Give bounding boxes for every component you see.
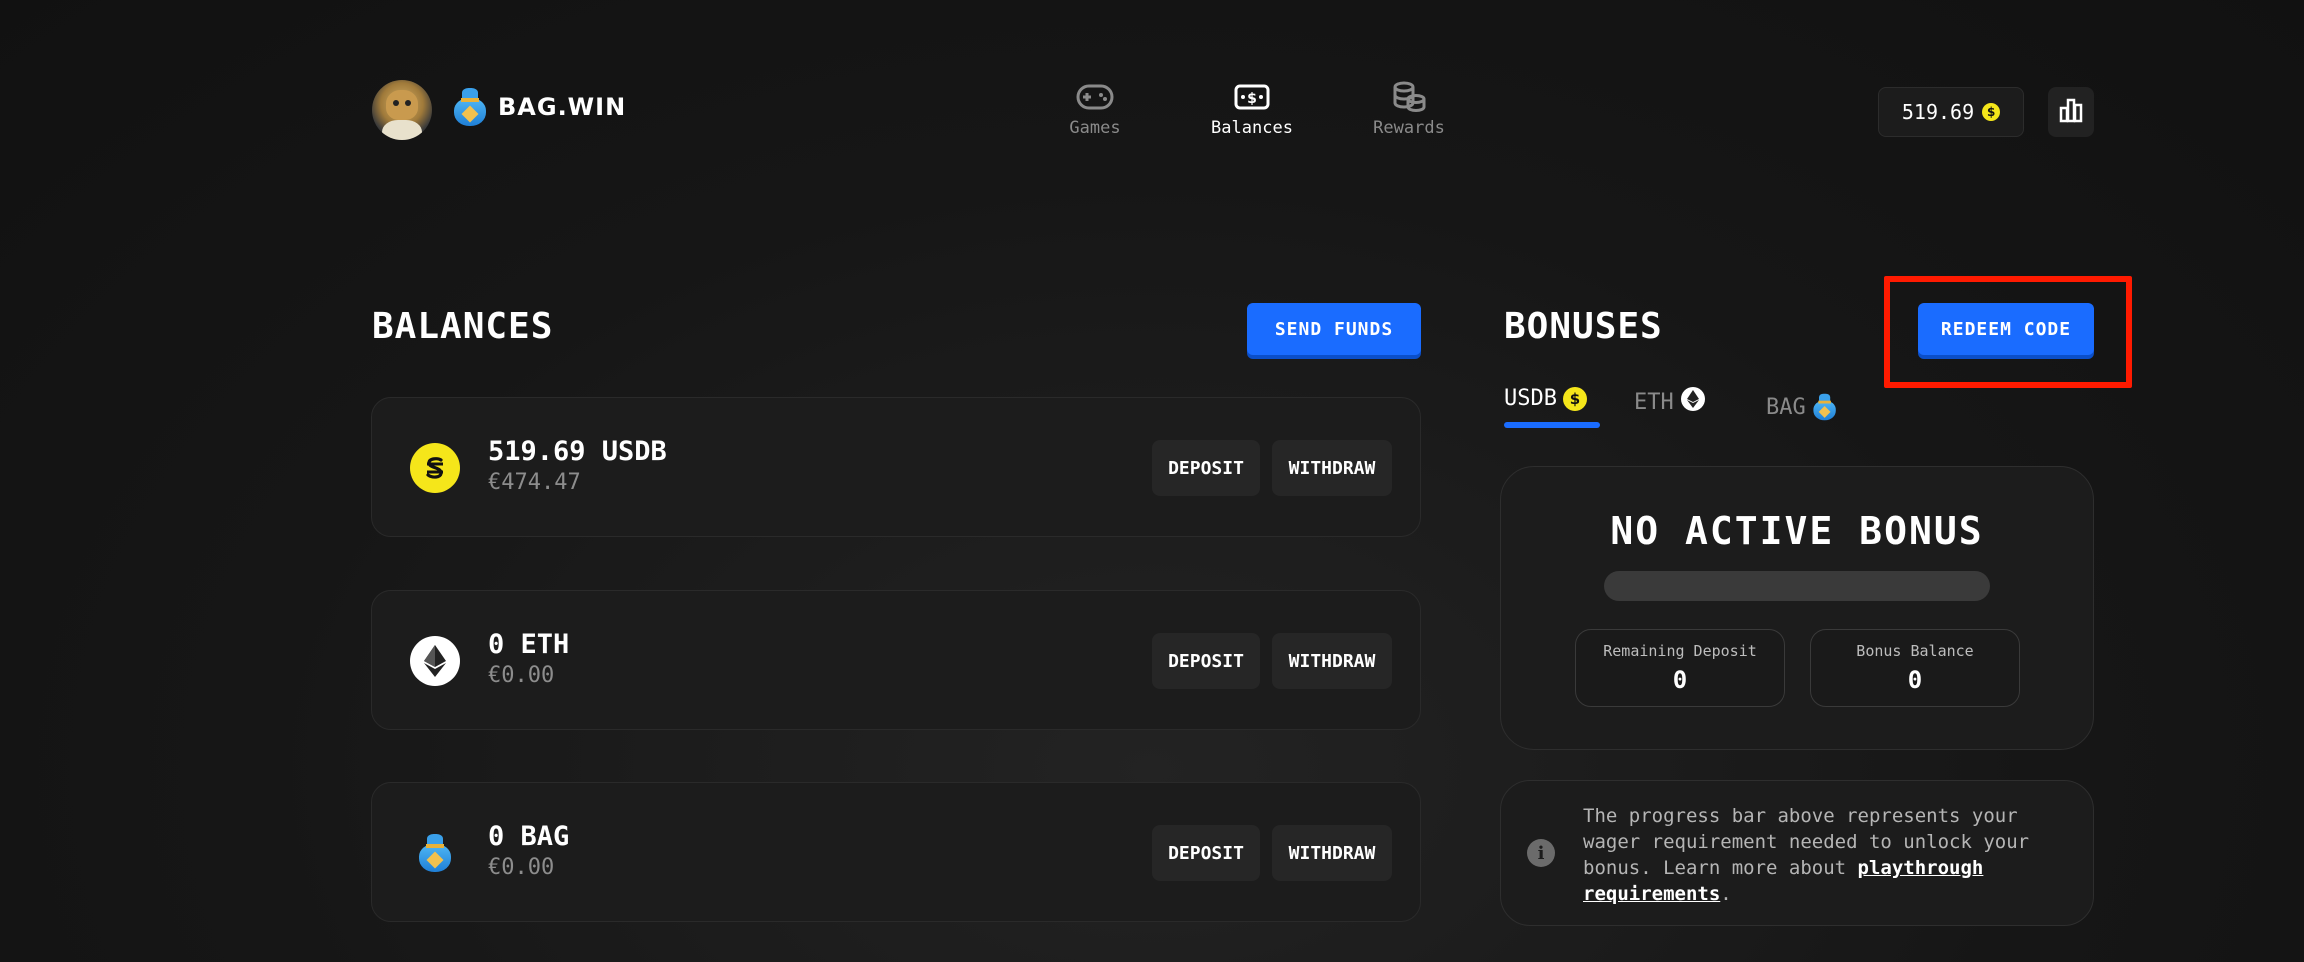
cash-icon: $ bbox=[1197, 78, 1307, 116]
send-funds-button[interactable]: SEND FUNDS bbox=[1247, 303, 1421, 355]
coins-icon bbox=[1354, 78, 1464, 116]
balance-card-usdb: 519.69 USDB €474.47 DEPOSIT WITHDRAW bbox=[371, 397, 1421, 537]
bonus-info-card: i The progress bar above represents your… bbox=[1500, 780, 2094, 926]
bar-chart-icon bbox=[2058, 97, 2084, 127]
bag-coin-icon bbox=[410, 828, 460, 878]
deposit-button[interactable]: DEPOSIT bbox=[1152, 825, 1260, 881]
deposit-button[interactable]: DEPOSIT bbox=[1152, 633, 1260, 689]
tab-usdb[interactable]: USDB $ bbox=[1504, 386, 1587, 411]
top-header: BAG.WIN Games $ Balances Rewards 519.69 … bbox=[0, 0, 2304, 200]
bonus-info-text: The progress bar above represents your w… bbox=[1583, 803, 2073, 907]
usdb-coin-icon: $ bbox=[1562, 386, 1587, 411]
info-tail: . bbox=[1720, 883, 1732, 905]
bonus-balance-value: 0 bbox=[1907, 666, 1923, 694]
nav-rewards[interactable]: Rewards bbox=[1354, 78, 1464, 138]
header-balance[interactable]: 519.69 $ bbox=[1878, 87, 2024, 137]
usdb-coin-icon: $ bbox=[1982, 103, 2001, 121]
nav-balances[interactable]: $ Balances bbox=[1197, 78, 1307, 138]
balance-card-eth: 0 ETH €0.00 DEPOSIT WITHDRAW bbox=[371, 590, 1421, 730]
remaining-deposit-label: Remaining Deposit bbox=[1603, 642, 1757, 660]
bonus-status: NO ACTIVE BONUS bbox=[1610, 509, 1984, 553]
remaining-deposit-box: Remaining Deposit 0 bbox=[1575, 629, 1785, 707]
balances-title: BALANCES bbox=[372, 306, 554, 347]
balance-fiat: €0.00 bbox=[488, 663, 555, 688]
tab-usdb-label: USDB bbox=[1504, 386, 1557, 411]
tab-eth-label: ETH bbox=[1634, 389, 1674, 415]
bonus-progress-bar bbox=[1604, 571, 1990, 601]
balance-fiat: €474.47 bbox=[488, 470, 581, 495]
withdraw-button[interactable]: WITHDRAW bbox=[1272, 633, 1392, 689]
tab-eth[interactable]: ETH bbox=[1634, 386, 1706, 418]
balance-card-bag: 0 BAG €0.00 DEPOSIT WITHDRAW bbox=[371, 782, 1421, 922]
brand-name: BAG.WIN bbox=[498, 93, 627, 121]
tab-bag-label: BAG bbox=[1766, 394, 1806, 420]
withdraw-button[interactable]: WITHDRAW bbox=[1272, 440, 1392, 496]
withdraw-button[interactable]: WITHDRAW bbox=[1272, 825, 1392, 881]
header-balance-value: 519.69 bbox=[1901, 100, 1975, 124]
bonus-balance-label: Bonus Balance bbox=[1856, 642, 1974, 660]
remaining-deposit-value: 0 bbox=[1672, 666, 1688, 694]
nav-balances-label: Balances bbox=[1211, 118, 1293, 138]
info-icon: i bbox=[1527, 839, 1555, 867]
bonus-balance-box: Bonus Balance 0 bbox=[1810, 629, 2020, 707]
money-bag-icon bbox=[452, 86, 488, 128]
balance-amount: 519.69 USDB bbox=[488, 436, 667, 467]
redeem-code-button[interactable]: REDEEM CODE bbox=[1918, 303, 2094, 355]
eth-coin-icon bbox=[410, 636, 460, 686]
stats-button[interactable] bbox=[2048, 87, 2094, 137]
bonuses-title: BONUSES bbox=[1504, 306, 1663, 347]
deposit-button[interactable]: DEPOSIT bbox=[1152, 440, 1260, 496]
avatar[interactable] bbox=[372, 80, 432, 140]
balance-amount: 0 BAG bbox=[488, 821, 570, 852]
svg-text:$: $ bbox=[1247, 91, 1257, 107]
brand-logo[interactable]: BAG.WIN bbox=[452, 86, 626, 128]
eth-coin-icon bbox=[1680, 386, 1706, 418]
nav-games[interactable]: Games bbox=[1040, 78, 1150, 138]
gamepad-icon bbox=[1040, 78, 1150, 116]
balance-amount: 0 ETH bbox=[488, 629, 570, 660]
usdb-coin-icon bbox=[410, 443, 460, 493]
money-bag-icon bbox=[1812, 392, 1837, 421]
tab-bag[interactable]: BAG bbox=[1766, 386, 1848, 428]
main-nav: Games $ Balances Rewards bbox=[1040, 78, 1460, 148]
nav-games-label: Games bbox=[1069, 118, 1121, 138]
money-bag-icon bbox=[417, 832, 453, 874]
balance-fiat: €0.00 bbox=[488, 855, 555, 880]
bonus-status-card: NO ACTIVE BONUS Remaining Deposit 0 Bonu… bbox=[1500, 466, 2094, 750]
nav-rewards-label: Rewards bbox=[1373, 118, 1445, 138]
active-tab-indicator bbox=[1504, 422, 1600, 428]
